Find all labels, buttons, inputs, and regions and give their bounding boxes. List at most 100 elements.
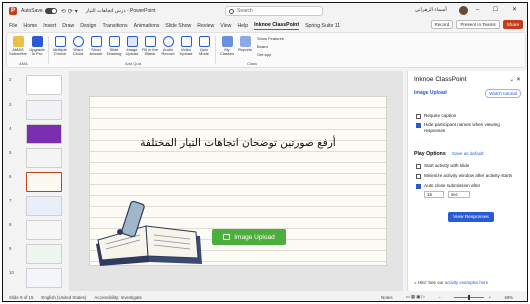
image-upload-button[interactable]: Image Upload xyxy=(212,229,286,245)
search-input[interactable]: Search xyxy=(225,6,323,16)
ribbon-divider xyxy=(215,36,216,64)
show-features-item[interactable]: Show Features xyxy=(257,36,284,41)
activity-examples-link[interactable]: activity examples here xyxy=(445,280,488,285)
auto-close-checkbox[interactable]: Auto close submission after xyxy=(416,183,520,189)
user-name[interactable]: أسماء الزهراني xyxy=(415,7,447,13)
avatar[interactable] xyxy=(459,6,468,15)
record-button[interactable]: Record xyxy=(430,20,454,29)
classpoint-pane: Inknoe ClassPoint ⌄ ✕ Image Upload Watch… xyxy=(407,71,527,291)
quick-access-toolbar[interactable]: ⟲⟳▾ xyxy=(61,8,80,15)
thumbnail-image xyxy=(26,148,62,168)
tab-animations[interactable]: Animations xyxy=(134,23,160,29)
short-answer-button[interactable]: Short Answer xyxy=(87,36,105,57)
close-icon[interactable]: ⌄ ✕ xyxy=(509,76,521,83)
tab-transitions[interactable]: Transitions xyxy=(102,23,127,29)
tab-file[interactable]: File xyxy=(9,23,17,29)
board-item[interactable]: Board xyxy=(257,44,268,49)
image-upload-ribbon-button[interactable]: Image Upload xyxy=(123,36,141,57)
upgrade-button[interactable]: Upgrade to Pro xyxy=(28,36,46,57)
slide-number: 5 xyxy=(9,150,12,155)
ribbon: AMAS Subscribe Upgrade to Pro Multiple C… xyxy=(6,32,526,68)
slide-number: 10 xyxy=(9,270,15,275)
reports-button[interactable]: Reports xyxy=(236,36,254,52)
video-upload-label: Video Upload xyxy=(179,47,193,57)
tab-slide-show[interactable]: Slide Show xyxy=(165,23,191,29)
slide-thumbnail[interactable]: 3 xyxy=(6,100,66,122)
watch-tutorial-button[interactable]: Watch tutorial xyxy=(485,89,521,98)
zoom-in-button[interactable]: + xyxy=(489,295,492,300)
auto-close-value-input[interactable]: 15 xyxy=(424,191,444,198)
slide-thumbnail[interactable]: 4 xyxy=(6,124,66,146)
quiz-mode-button[interactable]: Quiz Mode xyxy=(195,36,213,57)
my-classes-label: My Classes xyxy=(219,47,235,57)
slide-thumbnail-selected[interactable]: 6 xyxy=(6,172,66,194)
notes-button[interactable]: Notes xyxy=(381,295,392,300)
microphone-icon xyxy=(162,36,174,47)
video-upload-button[interactable]: Video Upload xyxy=(177,36,195,57)
slide-thumbnail[interactable]: 7 xyxy=(6,196,66,218)
slide-thumbnail[interactable]: 2 xyxy=(6,75,66,97)
ribbon-divider xyxy=(48,36,49,64)
slide-info: Slide 9 of 15 xyxy=(9,295,34,300)
quiz-icon xyxy=(198,36,210,47)
multiple-choice-button[interactable]: Multiple Choice xyxy=(51,36,69,57)
thumbnail-image xyxy=(26,196,62,216)
ribbon-tabs: File Home Insert Draw Design Transitions… xyxy=(3,20,527,31)
slide-editor: أرفع صورتين توضحان اتجاهات التيار المختل… xyxy=(69,71,403,291)
slide-thumbnail[interactable]: 5 xyxy=(6,148,66,170)
zoom-out-button[interactable]: − xyxy=(438,295,441,300)
get-app-item[interactable]: Get app xyxy=(257,52,271,57)
thumbnail-image xyxy=(26,172,62,192)
slide-number: 3 xyxy=(9,102,12,107)
thumbnail-image xyxy=(26,124,62,144)
slide-title[interactable]: أرفع صورتين توضحان اتجاهات التيار المختل… xyxy=(90,137,386,149)
thumbnail-image xyxy=(26,75,62,95)
present-teams-button[interactable]: Present in Teams xyxy=(456,20,500,29)
slide-thumbnail[interactable]: 8 xyxy=(6,220,66,242)
thumbnail-image xyxy=(26,220,62,240)
view-responses-button[interactable]: View Responses xyxy=(448,212,494,222)
slide-thumbnail[interactable]: 9 xyxy=(6,244,66,266)
word-cloud-icon xyxy=(72,36,84,47)
tab-design[interactable]: Design xyxy=(80,23,96,29)
tab-classpoint[interactable]: Inknoe ClassPoint xyxy=(254,22,300,30)
slide-thumbnail[interactable]: 10 xyxy=(6,268,66,290)
save-default-link[interactable]: Save as default xyxy=(452,151,484,156)
window-controls[interactable]: – ☐ ✕ xyxy=(476,6,523,13)
play-options-heading: Play Options xyxy=(414,151,446,157)
open-book-illustration xyxy=(96,200,202,266)
pane-title: Inknoe ClassPoint xyxy=(414,76,467,83)
hide-names-checkbox[interactable]: Hide participant names when viewing resp… xyxy=(416,122,520,133)
fill-blank-label: Fill in the Blank xyxy=(141,47,158,57)
zoom-level[interactable]: 48% xyxy=(504,295,513,300)
word-cloud-button[interactable]: Word Cloud xyxy=(69,36,87,57)
share-button[interactable]: Share xyxy=(502,20,523,29)
accessibility-status[interactable]: Accessibility: Investigate xyxy=(94,295,142,300)
amas-subscribe-button[interactable]: AMAS Subscribe xyxy=(9,36,27,57)
tab-draw[interactable]: Draw xyxy=(62,23,74,29)
my-classes-button[interactable]: My Classes xyxy=(218,36,236,57)
checkbox-icon xyxy=(416,113,421,119)
zoom-slider[interactable] xyxy=(453,294,484,300)
tab-insert[interactable]: Insert xyxy=(43,23,56,29)
tab-review[interactable]: Review xyxy=(197,23,214,29)
tab-view[interactable]: View xyxy=(220,23,231,29)
audio-record-button[interactable]: Audio Record xyxy=(159,36,177,57)
tab-home[interactable]: Home xyxy=(23,23,37,29)
fill-blank-button[interactable]: Fill in the Blank xyxy=(141,36,159,57)
current-slide[interactable]: أرفع صورتين توضحان اتجاهات التيار المختل… xyxy=(89,96,387,266)
multiple-choice-icon xyxy=(54,36,66,47)
auto-close-unit-select[interactable]: sec xyxy=(448,191,470,198)
view-buttons[interactable]: ▭ ▦ ▣ ▷ xyxy=(406,294,425,300)
minimize-window-checkbox[interactable]: Minimize activity window after activity … xyxy=(416,173,520,179)
tab-help[interactable]: Help xyxy=(237,23,248,29)
language-status[interactable]: English (United States) xyxy=(41,295,86,300)
slide-drawing-button[interactable]: Slide Drawing xyxy=(105,36,123,57)
thumbnail-image xyxy=(26,268,62,288)
tab-spring-suite[interactable]: Spring Suite 11 xyxy=(305,23,340,29)
require-caption-checkbox[interactable]: Require caption xyxy=(416,113,520,119)
amas-icon xyxy=(12,36,24,47)
start-with-slide-checkbox[interactable]: Start activity with slide xyxy=(416,163,520,169)
autosave-toggle[interactable] xyxy=(44,8,57,14)
image-upload-label: Image Upload xyxy=(234,233,275,241)
